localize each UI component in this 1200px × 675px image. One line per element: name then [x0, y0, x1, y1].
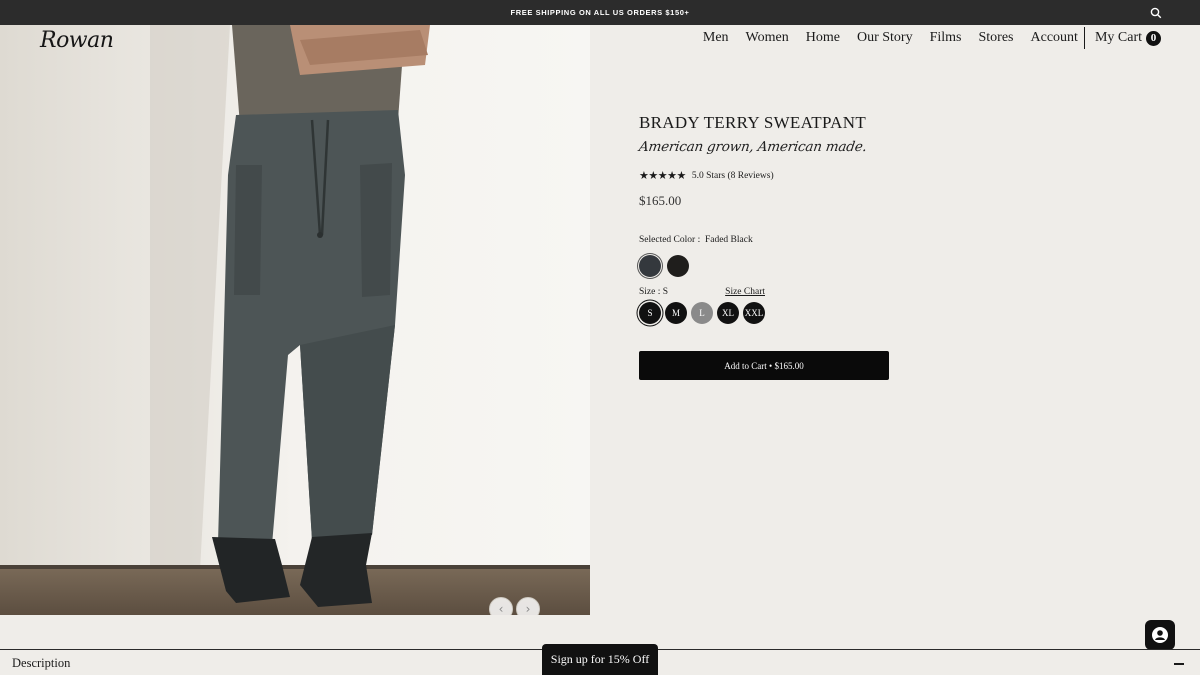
- minus-icon[interactable]: [1174, 663, 1184, 665]
- nav-item-men[interactable]: Men: [703, 30, 729, 46]
- description-label: Description: [12, 656, 71, 670]
- nav-item-home[interactable]: Home: [806, 30, 840, 46]
- size-option-xxl[interactable]: XXL: [743, 302, 765, 324]
- search-icon[interactable]: [1150, 7, 1162, 19]
- main-nav: Men Women Home Our Story Films Stores Ac…: [686, 27, 1161, 49]
- product-info: BRADY TERRY SWEATPANT American grown, Am…: [637, 113, 899, 380]
- chevron-left-icon: ‹: [498, 602, 504, 615]
- add-to-cart-button[interactable]: Add to Cart • $165.00: [639, 351, 889, 380]
- color-swatch-black[interactable]: [667, 255, 689, 277]
- announcement-text: FREE SHIPPING ON ALL US ORDERS $150+: [510, 8, 690, 17]
- nav-item-women[interactable]: Women: [746, 30, 789, 46]
- chat-avatar-icon: [1152, 627, 1168, 643]
- announcement-bar: FREE SHIPPING ON ALL US ORDERS $150+: [0, 0, 1200, 25]
- size-options: S M L XL XXL: [639, 302, 899, 324]
- star-rating-icon: ★★★★★: [639, 169, 686, 182]
- selected-color-row: Selected Color : Faded Black: [639, 235, 899, 245]
- nav-item-films[interactable]: Films: [930, 30, 962, 46]
- cart-label: My Cart: [1094, 30, 1142, 45]
- color-swatches: [639, 255, 899, 277]
- size-chart-link[interactable]: Size Chart: [725, 287, 765, 297]
- nav-item-stores[interactable]: Stores: [979, 30, 1014, 46]
- nav-item-account[interactable]: Account: [1031, 30, 1078, 46]
- size-option-m[interactable]: M: [665, 302, 687, 324]
- nav-item-our-story[interactable]: Our Story: [857, 30, 913, 46]
- cart-count-badge: 0: [1146, 30, 1161, 46]
- size-option-s[interactable]: S: [639, 302, 661, 324]
- chat-button[interactable]: [1145, 620, 1175, 650]
- product-rating[interactable]: ★★★★★ 5.0 Stars (8 Reviews): [639, 169, 899, 182]
- rating-text: 5.0 Stars (8 Reviews): [691, 170, 774, 181]
- selected-color-label: Selected Color :: [639, 235, 701, 245]
- product-photo-illustration: [0, 25, 590, 615]
- gallery-next-button[interactable]: ›: [516, 597, 540, 615]
- chevron-right-icon: ›: [525, 602, 531, 615]
- size-option-l[interactable]: L: [691, 302, 713, 324]
- product-price: $165.00: [639, 193, 682, 208]
- cart-link[interactable]: My Cart 0: [1095, 30, 1161, 46]
- product-title: BRADY TERRY SWEATPANT: [639, 113, 867, 132]
- color-swatch-faded-black[interactable]: [639, 255, 661, 277]
- signup-discount-tab[interactable]: Sign up for 15% Off: [542, 644, 658, 675]
- size-label: Size : S: [639, 287, 669, 297]
- nav-divider: [1083, 27, 1085, 49]
- size-option-xl[interactable]: XL: [717, 302, 739, 324]
- selected-color-value: Faded Black: [704, 235, 753, 245]
- brand-logo[interactable]: Rowan: [40, 28, 130, 56]
- product-image: ‹ ›: [0, 25, 590, 615]
- size-row: Size : S Size Chart: [639, 287, 765, 297]
- product-tagline: American grown, American made.: [637, 139, 868, 155]
- gallery-prev-button[interactable]: ‹: [489, 597, 513, 615]
